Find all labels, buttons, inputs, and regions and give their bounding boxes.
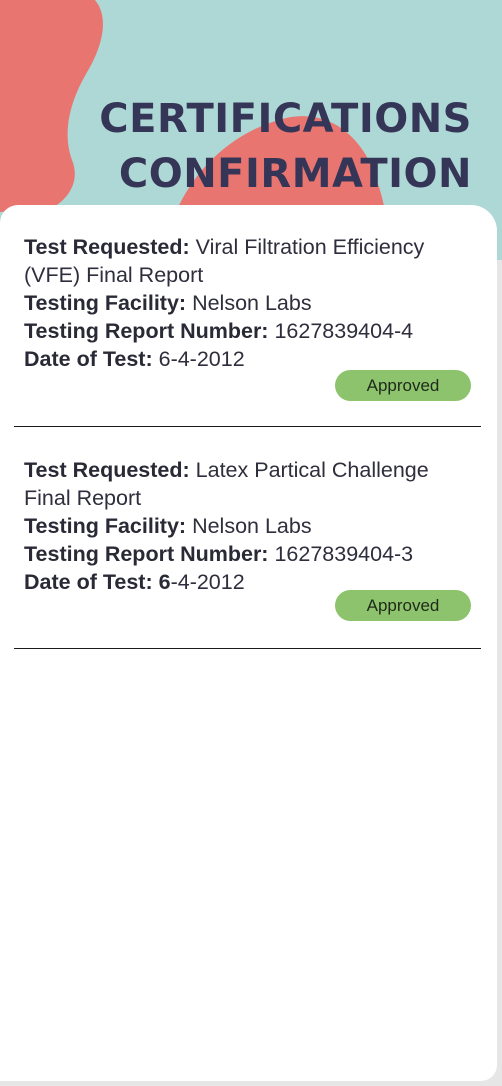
- test-requested-label: Test Requested:: [24, 235, 190, 259]
- page-title-line-2: CONFIRMATION: [118, 151, 472, 197]
- approved-status-badge[interactable]: Approved: [335, 590, 471, 621]
- certification-item: Test Requested: Viral Filtration Efficie…: [24, 233, 464, 373]
- test-requested-label: Test Requested:: [24, 458, 190, 482]
- testing-facility-value: Nelson Labs: [192, 514, 312, 538]
- testing-facility-value: Nelson Labs: [192, 291, 312, 315]
- certification-divider: [14, 648, 481, 649]
- testing-facility-row: Testing Facility: Nelson Labs: [24, 512, 464, 540]
- date-of-test-value: -4-2012: [170, 570, 245, 594]
- report-number-row: Testing Report Number: 1627839404-4: [24, 317, 464, 345]
- date-of-test-value: 6-4-2012: [158, 347, 245, 371]
- date-of-test-label: Date of Test:: [24, 347, 153, 371]
- page-title: CERTIFICATIONS CONFIRMATION: [99, 92, 472, 202]
- date-of-test-label: Date of Test:: [24, 570, 153, 594]
- page-title-line-1: CERTIFICATIONS: [99, 96, 472, 142]
- testing-facility-label: Testing Facility:: [24, 291, 187, 315]
- report-number-row: Testing Report Number: 1627839404-3: [24, 540, 464, 568]
- report-number-label: Testing Report Number:: [24, 542, 269, 566]
- date-of-test-value-bold: 6: [158, 570, 171, 594]
- report-number-value: 1627839404-4: [274, 319, 414, 343]
- test-requested-row: Test Requested: Viral Filtration Efficie…: [24, 233, 464, 289]
- report-number-value: 1627839404-3: [274, 542, 414, 566]
- testing-facility-row: Testing Facility: Nelson Labs: [24, 289, 464, 317]
- test-requested-row: Test Requested: Latex Partical Challenge…: [24, 456, 464, 512]
- report-number-label: Testing Report Number:: [24, 319, 269, 343]
- date-of-test-row: Date of Test: 6-4-2012: [24, 345, 464, 373]
- approved-status-badge[interactable]: Approved: [335, 370, 471, 401]
- certification-divider: [14, 426, 481, 427]
- testing-facility-label: Testing Facility:: [24, 514, 187, 538]
- certification-item: Test Requested: Latex Partical Challenge…: [24, 456, 464, 596]
